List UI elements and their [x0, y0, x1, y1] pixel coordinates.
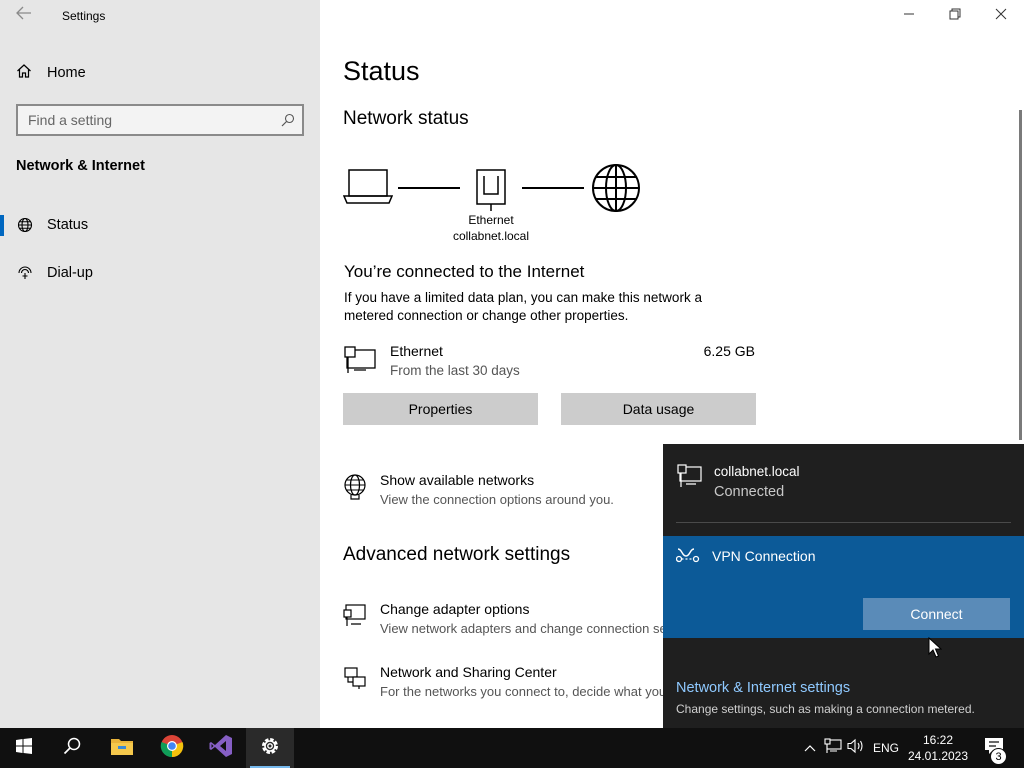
input-language[interactable]: ENG — [870, 728, 902, 768]
network-status-heading: Network status — [343, 108, 469, 129]
sharing-center-desc: For the networks you connect to, decide … — [380, 684, 667, 699]
ethernet-data-usage: 6.25 GB — [703, 343, 755, 359]
mouse-cursor-icon — [928, 636, 943, 664]
search-placeholder: Find a setting — [28, 112, 113, 128]
flyout-network-item[interactable]: collabnet.local Connected — [677, 464, 800, 500]
network-tray-icon — [824, 737, 842, 759]
sidebar-item-label: Status — [47, 217, 89, 233]
diagram-network-label: collabnet.local — [452, 229, 530, 243]
minimize-icon — [903, 7, 915, 25]
file-explorer-button[interactable] — [98, 728, 146, 768]
sharing-center-icon — [343, 664, 367, 699]
connected-heading: You’re connected to the Internet — [344, 262, 585, 281]
show-available-networks-link[interactable]: Show available networks View the connect… — [343, 472, 614, 507]
settings-taskbar-button[interactable] — [246, 728, 294, 768]
flyout-network-name: collabnet.local — [714, 464, 800, 479]
restore-icon — [949, 7, 961, 25]
ethernet-icon — [677, 464, 703, 500]
change-adapter-title: Change adapter options — [380, 601, 530, 617]
clock-time: 16:22 — [922, 733, 954, 747]
start-button[interactable] — [0, 728, 48, 768]
taskbar-search-button[interactable] — [48, 728, 96, 768]
connection-line — [398, 187, 460, 189]
active-indicator — [0, 215, 4, 236]
laptop-icon — [342, 169, 394, 210]
visual-studio-icon — [209, 734, 233, 763]
vpn-connect-button[interactable]: Connect — [863, 598, 1010, 630]
show-networks-title: Show available networks — [380, 472, 535, 488]
ethernet-icon — [344, 346, 378, 379]
adapter-icon — [343, 601, 367, 636]
flyout-vpn-item[interactable]: VPN Connection Connect — [663, 536, 1024, 638]
change-adapter-options-link[interactable]: Change adapter options View network adap… — [343, 601, 667, 636]
chevron-up-icon — [804, 739, 816, 757]
data-usage-button[interactable]: Data usage — [561, 393, 756, 425]
search-icon[interactable] — [274, 113, 302, 127]
vpn-icon — [675, 546, 700, 569]
change-adapter-desc: View network adapters and change connect… — [380, 621, 667, 636]
search-icon — [63, 737, 81, 760]
network-settings-link[interactable]: Network & Internet settings — [676, 680, 850, 696]
home-link[interactable]: Home — [16, 62, 86, 84]
ethernet-name: Ethernet — [390, 343, 443, 359]
sharing-center-title: Network and Sharing Center — [380, 664, 557, 680]
sidebar: Settings Home Find a setting Network & I… — [0, 0, 320, 728]
search-input[interactable]: Find a setting — [16, 104, 304, 136]
network-globe-icon — [343, 472, 367, 507]
visual-studio-button[interactable] — [197, 728, 245, 768]
flyout-network-status: Connected — [714, 484, 785, 500]
connection-line — [522, 187, 584, 189]
ethernet-period: From the last 30 days — [390, 363, 520, 378]
home-icon — [16, 63, 32, 84]
close-icon — [995, 7, 1007, 25]
show-networks-desc: View the connection options around you. — [380, 492, 614, 507]
home-label: Home — [47, 65, 86, 81]
network-tray-button[interactable] — [822, 728, 844, 768]
back-arrow-icon[interactable] — [12, 6, 36, 26]
volume-tray-button[interactable] — [846, 728, 866, 768]
start-icon — [16, 737, 32, 759]
scrollbar[interactable] — [1019, 110, 1022, 440]
chrome-icon — [160, 734, 184, 763]
settings-gear-icon — [259, 735, 281, 762]
clock-date: 24.01.2023 — [907, 749, 969, 763]
properties-button[interactable]: Properties — [343, 393, 538, 425]
sidebar-item-status[interactable]: Status — [0, 207, 320, 243]
sidebar-item-label: Dial-up — [47, 265, 93, 281]
taskbar: ENG 16:22 24.01.2023 — [0, 728, 1024, 768]
dialup-icon — [16, 265, 34, 281]
globe-icon — [16, 217, 34, 233]
vpn-name: VPN Connection — [712, 548, 816, 564]
notification-count-badge: 3 — [990, 748, 1007, 765]
clock[interactable]: 16:22 24.01.2023 — [906, 728, 970, 768]
network-flyout: collabnet.local Connected VPN Connection… — [663, 444, 1024, 728]
divider — [676, 522, 1011, 523]
diagram-adapter-label: Ethernet — [468, 213, 514, 227]
file-explorer-icon — [110, 736, 134, 761]
app-title: Settings — [62, 9, 106, 23]
sidebar-item-dialup[interactable]: Dial-up — [0, 255, 320, 291]
network-settings-desc: Change settings, such as making a connec… — [676, 702, 975, 716]
volume-icon — [847, 738, 865, 759]
internet-globe-icon — [591, 163, 641, 218]
network-sharing-center-link[interactable]: Network and Sharing Center For the netwo… — [343, 664, 666, 699]
restore-button[interactable] — [932, 0, 978, 32]
show-hidden-icons-button[interactable] — [800, 728, 820, 768]
connected-description: If you have a limited data plan, you can… — [344, 290, 702, 323]
page-title: Status — [343, 56, 420, 86]
close-button[interactable] — [978, 0, 1024, 32]
chrome-button[interactable] — [148, 728, 196, 768]
ethernet-port-icon — [474, 168, 508, 217]
advanced-settings-heading: Advanced network settings — [343, 544, 571, 565]
section-title: Network & Internet — [16, 158, 145, 174]
minimize-button[interactable] — [886, 0, 932, 32]
